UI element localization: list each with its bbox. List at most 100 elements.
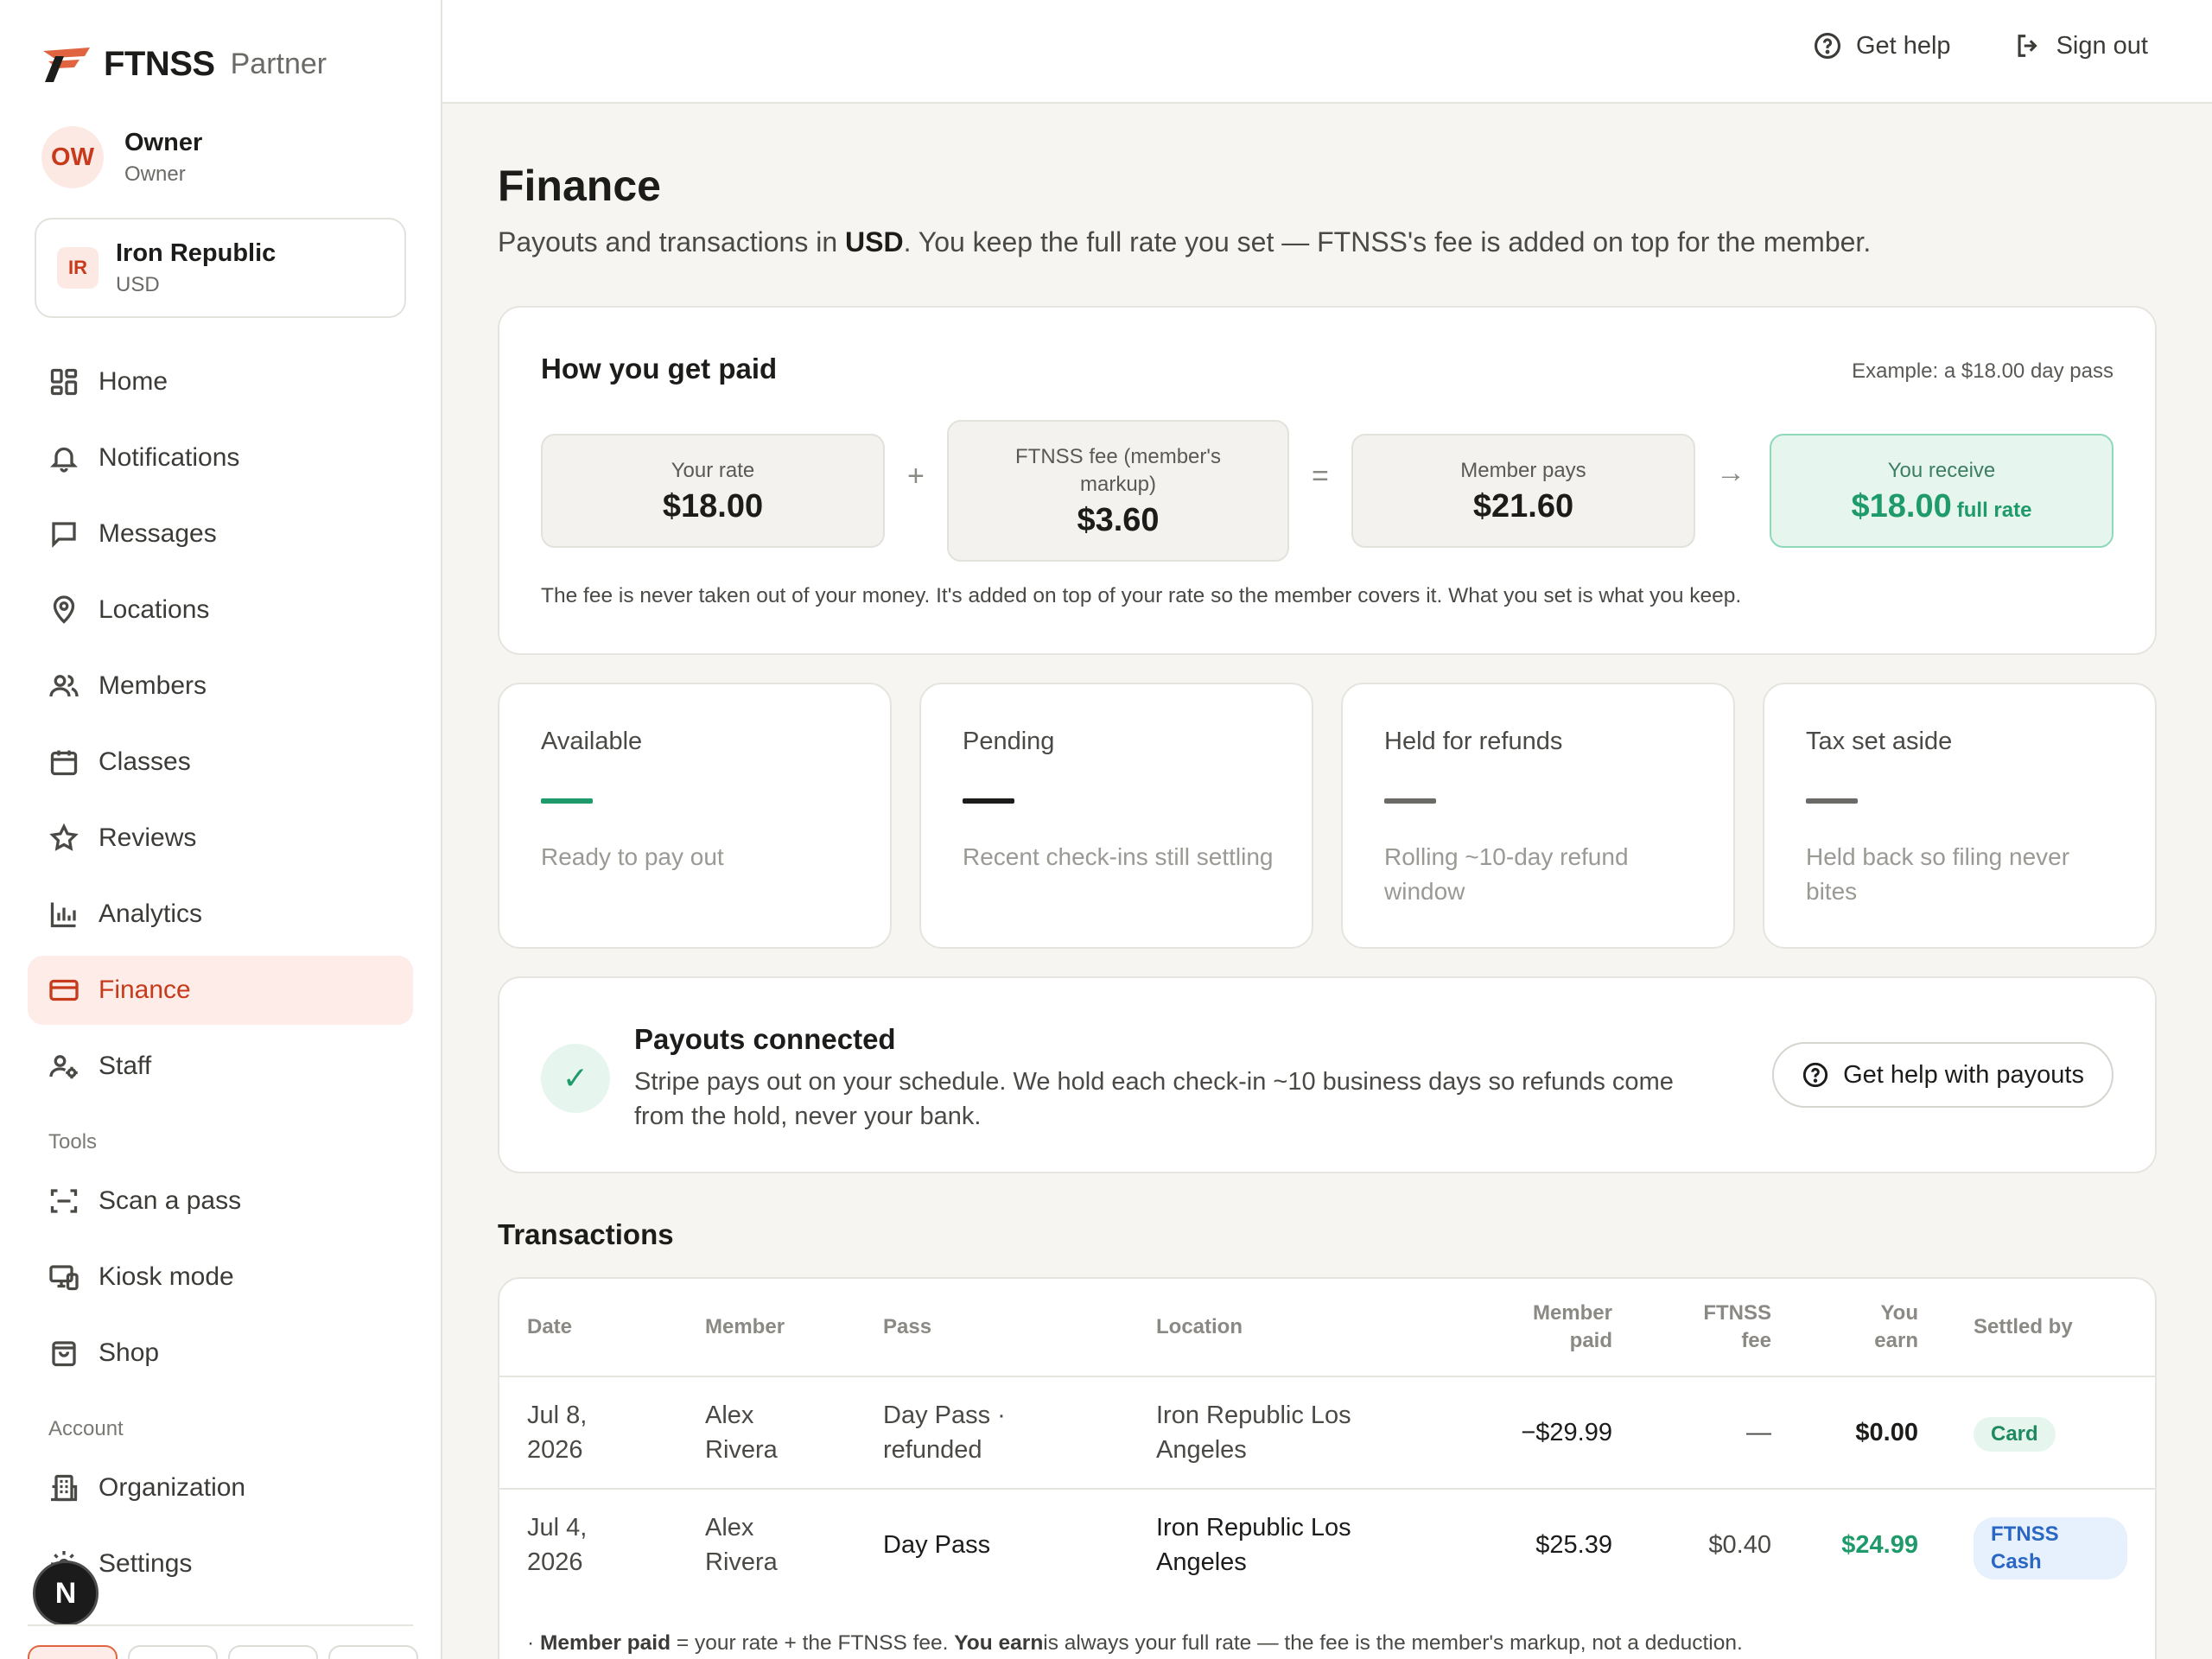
- ftnss-fee-box: FTNSS fee (member's markup) $3.60: [947, 420, 1289, 562]
- brand[interactable]: FTNSS Partner: [41, 45, 327, 84]
- sidebar-item-locations[interactable]: Locations: [28, 575, 413, 645]
- sidebar-item-finance[interactable]: Finance: [28, 956, 413, 1025]
- sidebar-section-account: Account: [48, 1417, 124, 1440]
- column-header-you-earn: You earn: [1874, 1301, 1918, 1352]
- stat-description: Ready to pay out: [541, 843, 724, 870]
- sidebar-item-classes[interactable]: Classes: [28, 728, 413, 797]
- column-header-settled-by: Settled by: [1974, 1315, 2073, 1338]
- user-name: Owner: [124, 128, 203, 156]
- table-row[interactable]: Jul 8, 2026 Alex Rivera Day Pass · refun…: [499, 1377, 2155, 1490]
- sidebar-item-label: Home: [99, 367, 168, 396]
- stat-card-tax-set-aside: Tax set aside Held back so filing never …: [1763, 683, 2157, 949]
- sidebar-item-scan-pass[interactable]: Scan a pass: [28, 1166, 413, 1236]
- cell-member: Alex Rivera: [705, 1514, 778, 1576]
- cell-date: Jul 4, 2026: [527, 1514, 588, 1576]
- ftnss-logo-icon: [43, 47, 90, 82]
- cell-you-earn: $0.00: [1855, 1419, 1918, 1446]
- stat-label: Pending: [963, 728, 1055, 755]
- star-icon: [49, 823, 79, 851]
- member-pays-box: Member pays $21.60: [1351, 434, 1695, 548]
- subtitle-text: Payouts and transactions in: [498, 226, 846, 257]
- stat-card-held-for-refunds: Held for refunds Rolling ~10-day refund …: [1341, 683, 1735, 949]
- building-icon: [51, 1474, 78, 1502]
- member-pays-label: Member pays: [1460, 458, 1586, 482]
- column-header-pass: Pass: [883, 1315, 932, 1338]
- sidebar-item-label: Scan a pass: [99, 1186, 242, 1215]
- payouts-description: Stripe pays out on your schedule. We hol…: [634, 1068, 1674, 1130]
- sidebar-item-organization[interactable]: Organization: [28, 1453, 413, 1522]
- bell-icon: [50, 447, 78, 473]
- cell-you-earn: $24.99: [1841, 1531, 1918, 1559]
- sidebar-item-shop[interactable]: Shop: [28, 1319, 413, 1388]
- button-label: Get help with payouts: [1843, 1060, 2084, 1089]
- footer-tab[interactable]: [128, 1645, 218, 1659]
- shopping-bag-icon: [52, 1341, 76, 1367]
- column-header-location: Location: [1156, 1315, 1243, 1338]
- cell-date: Jul 8, 2026: [527, 1402, 588, 1464]
- sidebar-item-label: Messages: [99, 519, 217, 548]
- home-grid-icon: [50, 368, 78, 396]
- users-icon: [49, 675, 79, 697]
- you-receive-label: You receive: [1887, 458, 1996, 482]
- cell-ftnss-fee: —: [1746, 1419, 1771, 1446]
- card-title: How you get paid: [541, 353, 778, 385]
- org-switcher[interactable]: IR Iron Republic USD: [35, 218, 406, 318]
- you-receive-box: You receive $18.00 full rate: [1770, 434, 2113, 548]
- cell-pass: Day Pass · refunded: [883, 1402, 1006, 1464]
- table-row[interactable]: Jul 4, 2026 Alex Rivera Day Pass Iron Re…: [499, 1490, 2155, 1602]
- calendar-icon: [50, 750, 78, 776]
- brand-subtitle: Partner: [230, 48, 327, 80]
- sidebar-item-kiosk[interactable]: Kiosk mode: [28, 1243, 413, 1312]
- sidebar-item-members[interactable]: Members: [28, 652, 413, 721]
- stat-label: Available: [541, 728, 643, 755]
- sidebar-item-reviews[interactable]: Reviews: [28, 804, 413, 873]
- get-help-button[interactable]: Get help: [1813, 31, 1951, 60]
- sidebar-item-label: Staff: [99, 1052, 152, 1080]
- footer-tab[interactable]: [28, 1645, 118, 1659]
- your-rate-value: $18.00: [662, 487, 764, 524]
- ftnss-fee-label: FTNSS fee (member's markup): [1015, 444, 1221, 496]
- cell-location: Iron Republic Los Angeles: [1156, 1514, 1351, 1576]
- sidebar-item-notifications[interactable]: Notifications: [28, 423, 413, 493]
- sidebar-nav: Home Notifications Messages Locations Me…: [28, 347, 413, 1605]
- stat-card-available: Available Ready to pay out: [498, 683, 892, 949]
- message-icon: [52, 522, 76, 548]
- sidebar-item-messages[interactable]: Messages: [28, 499, 413, 569]
- transactions-table: Date Member Pass Location Member paid FT…: [498, 1277, 2157, 1659]
- footnote-text: is always your full rate — the fee is th…: [1043, 1631, 1743, 1655]
- sidebar-item-label: Organization: [99, 1473, 246, 1502]
- assistant-badge[interactable]: N: [33, 1560, 99, 1626]
- stat-description: Recent check-ins still settling: [963, 843, 1274, 870]
- footer-tabs: [28, 1645, 418, 1659]
- footer-tab[interactable]: [328, 1645, 418, 1659]
- fee-note: The fee is never taken out of your money…: [541, 584, 1742, 607]
- sidebar-item-label: Settings: [99, 1549, 193, 1578]
- kiosk-icon: [49, 1265, 79, 1291]
- sidebar: FTNSS Partner OW Owner Owner IR Iron Rep…: [0, 0, 442, 1659]
- sidebar-item-home[interactable]: Home: [28, 347, 413, 416]
- avatar: OW: [41, 126, 104, 188]
- cell-member: Alex Rivera: [705, 1402, 778, 1464]
- payouts-title: Payouts connected: [634, 1023, 896, 1055]
- table-footnote: · Member paid = your rate + the FTNSS fe…: [527, 1631, 1743, 1656]
- example-note: Example: a $18.00 day pass: [1852, 359, 2113, 383]
- help-circle-icon: [1814, 32, 1840, 60]
- sidebar-item-analytics[interactable]: Analytics: [28, 880, 413, 949]
- transactions-title: Transactions: [498, 1218, 674, 1250]
- sidebar-item-label: Reviews: [99, 823, 197, 852]
- sign-out-button[interactable]: Sign out: [2013, 31, 2148, 60]
- brand-name: FTNSS: [104, 45, 215, 83]
- sidebar-item-staff[interactable]: Staff: [28, 1032, 413, 1101]
- footer-tab[interactable]: [228, 1645, 318, 1659]
- user-profile[interactable]: OW Owner Owner: [41, 126, 202, 188]
- cell-member-paid: −$29.99: [1521, 1419, 1612, 1446]
- stat-card-pending: Pending Recent check-ins still settling: [919, 683, 1313, 949]
- arrow-right-icon: →: [1716, 456, 1745, 489]
- page-subtitle: Payouts and transactions in USD. You kee…: [498, 226, 1871, 258]
- get-help-with-payouts-button[interactable]: Get help with payouts: [1772, 1042, 2113, 1108]
- ftnss-fee-value: $3.60: [1077, 501, 1160, 538]
- stat-placeholder-bar: [1384, 798, 1436, 804]
- column-header-member-paid: Member paid: [1532, 1301, 1612, 1352]
- your-rate-box: Your rate $18.00: [541, 434, 885, 548]
- credit-card-icon: [49, 979, 79, 1001]
